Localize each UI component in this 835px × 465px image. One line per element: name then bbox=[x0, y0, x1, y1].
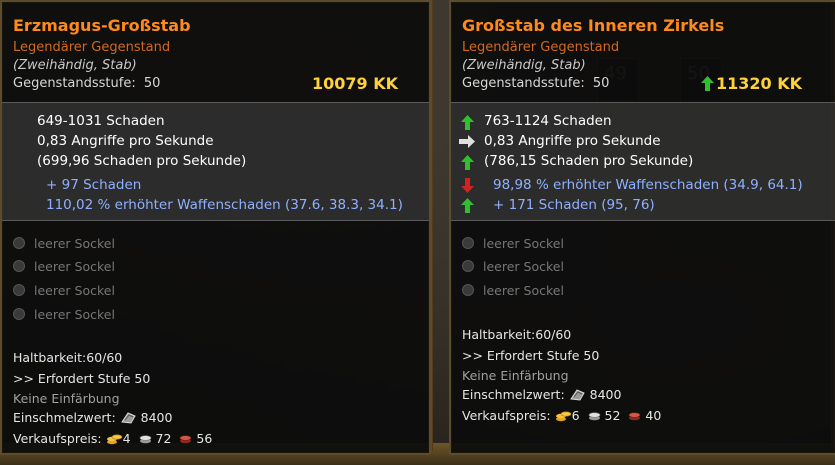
empty-socket: leerer Sockel bbox=[462, 259, 564, 274]
copper-coin-icon bbox=[629, 412, 641, 421]
stat-bonus-damage: + 97 Schaden bbox=[46, 177, 142, 193]
salvage-value: Einschmelzwert: 8400 bbox=[462, 387, 621, 402]
arrow-down-icon bbox=[461, 178, 474, 193]
stat-damage: 763-1124 Schaden bbox=[484, 113, 612, 129]
copper-coin-icon bbox=[180, 435, 192, 444]
stat-weapon-damage: 98,98 % erhöhter Waffenschaden (34.9, 64… bbox=[493, 177, 803, 193]
stat-weapon-damage: 110,02 % erhöhter Waffenschaden (37.6, 3… bbox=[46, 197, 403, 213]
salvage-label: Einschmelzwert: bbox=[13, 410, 116, 425]
empty-socket: leerer Sockel bbox=[462, 236, 564, 251]
item-tooltip-equipped: Erzmagus-Großstab Legendärer Gegenstand … bbox=[0, 0, 431, 455]
silver-coin-icon bbox=[588, 412, 600, 421]
dye-status: Keine Einfärbung bbox=[462, 368, 569, 383]
silver-coin-icon bbox=[139, 435, 151, 444]
scrap-icon bbox=[120, 412, 136, 424]
item-name: Großstab des Inneren Zirkels bbox=[462, 16, 725, 35]
empty-socket: leerer Sockel bbox=[13, 283, 115, 298]
stats-box: 763-1124 Schaden 0,83 Angriffe pro Sekun… bbox=[451, 102, 835, 221]
sell-label: Verkaufspreis: bbox=[462, 408, 551, 423]
item-name: Erzmagus-Großstab bbox=[13, 16, 191, 35]
salvage-label: Einschmelzwert: bbox=[462, 387, 565, 402]
empty-socket: leerer Sockel bbox=[13, 259, 115, 274]
item-rarity: Legendärer Gegenstand bbox=[13, 40, 171, 55]
sell-silver-amount: 52 bbox=[604, 408, 621, 423]
item-level-value: 50 bbox=[143, 76, 161, 91]
empty-socket: leerer Sockel bbox=[13, 307, 115, 322]
socket-label: leerer Sockel bbox=[34, 236, 115, 251]
level-requirement: >> Erfordert Stufe 50 bbox=[462, 348, 600, 363]
salvage-amount: 8400 bbox=[589, 387, 622, 402]
socket-icon bbox=[462, 260, 474, 272]
socket-label: leerer Sockel bbox=[483, 259, 564, 274]
item-price: 11320 KK bbox=[716, 74, 803, 93]
socket-icon bbox=[13, 284, 25, 296]
stats-box: 649-1031 Schaden 0,83 Angriffe pro Sekun… bbox=[2, 102, 429, 221]
item-level: Gegenstandsstufe: 50 bbox=[462, 76, 609, 91]
item-rarity: Legendärer Gegenstand bbox=[462, 40, 620, 55]
socket-label: leerer Sockel bbox=[34, 259, 115, 274]
sell-price: Verkaufspreis: 4 72 56 bbox=[13, 431, 212, 446]
sell-gold-amount: 6 bbox=[571, 408, 580, 423]
socket-icon bbox=[462, 284, 474, 296]
item-type: (Zweihändig, Stab) bbox=[13, 58, 137, 73]
empty-socket: leerer Sockel bbox=[13, 236, 115, 251]
durability: Haltbarkeit:60/60 bbox=[13, 350, 123, 365]
sell-gold-amount: 4 bbox=[122, 431, 131, 446]
stat-attack-speed: 0,83 Angriffe pro Sekunde bbox=[484, 133, 661, 149]
stat-dps: (786,15 Schaden pro Sekunde) bbox=[484, 153, 694, 169]
gold-coin-icon bbox=[106, 434, 122, 445]
sell-label: Verkaufspreis: bbox=[13, 431, 102, 446]
arrow-right-icon bbox=[459, 135, 475, 148]
arrow-up-icon bbox=[461, 198, 474, 213]
item-level-label: Gegenstandsstufe: bbox=[13, 76, 136, 91]
socket-label: leerer Sockel bbox=[34, 307, 115, 322]
socket-label: leerer Sockel bbox=[34, 283, 115, 298]
sell-copper-amount: 56 bbox=[196, 431, 213, 446]
sell-copper-amount: 40 bbox=[645, 408, 662, 423]
item-level: Gegenstandsstufe: 50 bbox=[13, 76, 160, 91]
item-level-value: 50 bbox=[592, 76, 610, 91]
arrow-up-icon bbox=[461, 155, 474, 170]
arrow-up-icon bbox=[701, 76, 714, 91]
socket-icon bbox=[13, 308, 25, 320]
scrap-icon bbox=[569, 389, 585, 401]
stat-damage: 649-1031 Schaden bbox=[37, 113, 165, 129]
item-price: 10079 KK bbox=[312, 74, 399, 93]
empty-socket: leerer Sockel bbox=[462, 283, 564, 298]
socket-label: leerer Sockel bbox=[483, 283, 564, 298]
durability: Haltbarkeit:60/60 bbox=[462, 327, 572, 342]
sell-silver-amount: 72 bbox=[155, 431, 172, 446]
socket-icon bbox=[462, 237, 474, 249]
arrow-up-icon bbox=[461, 115, 474, 130]
salvage-amount: 8400 bbox=[140, 410, 173, 425]
socket-icon bbox=[13, 260, 25, 272]
socket-label: leerer Sockel bbox=[483, 236, 564, 251]
sell-price: Verkaufspreis: 6 52 40 bbox=[462, 408, 661, 423]
dye-status: Keine Einfärbung bbox=[13, 391, 120, 406]
stat-bonus-damage: + 171 Schaden (95, 76) bbox=[493, 197, 655, 213]
level-requirement: >> Erfordert Stufe 50 bbox=[13, 371, 151, 386]
stat-attack-speed: 0,83 Angriffe pro Sekunde bbox=[37, 133, 214, 149]
stat-dps: (699,96 Schaden pro Sekunde) bbox=[37, 153, 247, 169]
gold-coin-icon bbox=[555, 411, 571, 422]
item-type: (Zweihändig, Stab) bbox=[462, 58, 586, 73]
item-level-label: Gegenstandsstufe: bbox=[462, 76, 585, 91]
item-tooltip-compare: Großstab des Inneren Zirkels Legendärer … bbox=[449, 0, 835, 455]
salvage-value: Einschmelzwert: 8400 bbox=[13, 410, 172, 425]
socket-icon bbox=[13, 237, 25, 249]
